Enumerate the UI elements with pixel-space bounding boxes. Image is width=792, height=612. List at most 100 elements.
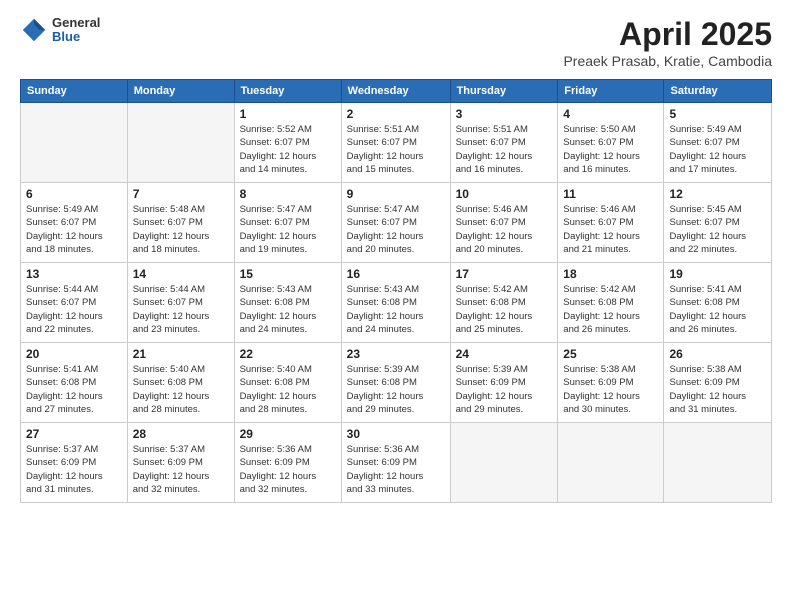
calendar-header-sunday: Sunday (21, 80, 128, 103)
day-info: Sunrise: 5:42 AM Sunset: 6:08 PM Dayligh… (563, 283, 658, 336)
day-info: Sunrise: 5:49 AM Sunset: 6:07 PM Dayligh… (669, 123, 766, 176)
calendar-week-row: 27Sunrise: 5:37 AM Sunset: 6:09 PM Dayli… (21, 423, 772, 503)
day-info: Sunrise: 5:51 AM Sunset: 6:07 PM Dayligh… (347, 123, 445, 176)
day-info: Sunrise: 5:36 AM Sunset: 6:09 PM Dayligh… (240, 443, 336, 496)
day-number: 7 (133, 187, 229, 201)
logo-blue-text: Blue (52, 30, 100, 44)
calendar-cell: 5 Sunrise: 5:49 AM Sunset: 6:07 PM Daylig… (664, 103, 772, 183)
calendar-cell: 6Sunrise: 5:49 AM Sunset: 6:07 PM Daylig… (21, 183, 128, 263)
day-info: Sunrise: 5:47 AM Sunset: 6:07 PM Dayligh… (347, 203, 445, 256)
calendar-header-thursday: Thursday (450, 80, 558, 103)
calendar-cell: 29Sunrise: 5:36 AM Sunset: 6:09 PM Dayli… (234, 423, 341, 503)
logo-general-text: General (52, 16, 100, 30)
day-info: Sunrise: 5:38 AM Sunset: 6:09 PM Dayligh… (563, 363, 658, 416)
calendar-week-row: 6Sunrise: 5:49 AM Sunset: 6:07 PM Daylig… (21, 183, 772, 263)
day-number: 8 (240, 187, 336, 201)
day-info: Sunrise: 5:41 AM Sunset: 6:08 PM Dayligh… (669, 283, 766, 336)
calendar-week-row: 1 Sunrise: 5:52 AM Sunset: 6:07 PM Daylig… (21, 103, 772, 183)
calendar-cell: 18 Sunrise: 5:42 AM Sunset: 6:08 PM Dayli… (558, 263, 664, 343)
day-number: 16 (347, 267, 445, 281)
day-info: Sunrise: 5:36 AM Sunset: 6:09 PM Dayligh… (347, 443, 445, 496)
day-number: 22 (240, 347, 336, 361)
day-number: 10 (456, 187, 553, 201)
day-info: Sunrise: 5:46 AM Sunset: 6:07 PM Dayligh… (456, 203, 553, 256)
calendar-cell: 17 Sunrise: 5:42 AM Sunset: 6:08 PM Dayli… (450, 263, 558, 343)
title-area: April 2025 Preaek Prasab, Kratie, Cambod… (563, 16, 772, 69)
day-info: Sunrise: 5:48 AM Sunset: 6:07 PM Dayligh… (133, 203, 229, 256)
calendar-cell: 15 Sunrise: 5:43 AM Sunset: 6:08 PM Dayli… (234, 263, 341, 343)
subtitle: Preaek Prasab, Kratie, Cambodia (563, 53, 772, 69)
day-number: 1 (240, 107, 336, 121)
day-number: 20 (26, 347, 122, 361)
calendar-cell: 27Sunrise: 5:37 AM Sunset: 6:09 PM Dayli… (21, 423, 128, 503)
day-number: 26 (669, 347, 766, 361)
calendar-cell: 30 Sunrise: 5:36 AM Sunset: 6:09 PM Dayli… (341, 423, 450, 503)
day-number: 18 (563, 267, 658, 281)
day-info: Sunrise: 5:37 AM Sunset: 6:09 PM Dayligh… (26, 443, 122, 496)
calendar-cell: 16Sunrise: 5:43 AM Sunset: 6:08 PM Dayli… (341, 263, 450, 343)
calendar-cell: 1 Sunrise: 5:52 AM Sunset: 6:07 PM Daylig… (234, 103, 341, 183)
calendar-cell: 23 Sunrise: 5:39 AM Sunset: 6:08 PM Dayli… (341, 343, 450, 423)
calendar-cell: 7 Sunrise: 5:48 AM Sunset: 6:07 PM Daylig… (127, 183, 234, 263)
day-number: 24 (456, 347, 553, 361)
day-number: 4 (563, 107, 658, 121)
day-number: 17 (456, 267, 553, 281)
calendar-cell (450, 423, 558, 503)
day-info: Sunrise: 5:40 AM Sunset: 6:08 PM Dayligh… (133, 363, 229, 416)
day-info: Sunrise: 5:44 AM Sunset: 6:07 PM Dayligh… (133, 283, 229, 336)
day-info: Sunrise: 5:45 AM Sunset: 6:07 PM Dayligh… (669, 203, 766, 256)
day-number: 21 (133, 347, 229, 361)
day-number: 11 (563, 187, 658, 201)
day-number: 2 (347, 107, 445, 121)
calendar: SundayMondayTuesdayWednesdayThursdayFrid… (20, 79, 772, 503)
day-number: 19 (669, 267, 766, 281)
day-info: Sunrise: 5:44 AM Sunset: 6:07 PM Dayligh… (26, 283, 122, 336)
day-number: 9 (347, 187, 445, 201)
day-number: 23 (347, 347, 445, 361)
main-title: April 2025 (563, 16, 772, 53)
calendar-cell: 8Sunrise: 5:47 AM Sunset: 6:07 PM Daylig… (234, 183, 341, 263)
day-number: 15 (240, 267, 336, 281)
day-number: 12 (669, 187, 766, 201)
day-info: Sunrise: 5:43 AM Sunset: 6:08 PM Dayligh… (240, 283, 336, 336)
day-number: 6 (26, 187, 122, 201)
day-info: Sunrise: 5:39 AM Sunset: 6:09 PM Dayligh… (456, 363, 553, 416)
logo: General Blue (20, 16, 100, 45)
calendar-cell: 22 Sunrise: 5:40 AM Sunset: 6:08 PM Dayli… (234, 343, 341, 423)
calendar-header-friday: Friday (558, 80, 664, 103)
calendar-cell: 3Sunrise: 5:51 AM Sunset: 6:07 PM Daylig… (450, 103, 558, 183)
calendar-cell: 9 Sunrise: 5:47 AM Sunset: 6:07 PM Daylig… (341, 183, 450, 263)
calendar-cell: 19 Sunrise: 5:41 AM Sunset: 6:08 PM Dayli… (664, 263, 772, 343)
day-number: 5 (669, 107, 766, 121)
calendar-cell: 12 Sunrise: 5:45 AM Sunset: 6:07 PM Dayli… (664, 183, 772, 263)
calendar-cell: 28Sunrise: 5:37 AM Sunset: 6:09 PM Dayli… (127, 423, 234, 503)
calendar-cell: 24 Sunrise: 5:39 AM Sunset: 6:09 PM Dayli… (450, 343, 558, 423)
calendar-cell: 14 Sunrise: 5:44 AM Sunset: 6:07 PM Dayli… (127, 263, 234, 343)
calendar-cell (664, 423, 772, 503)
day-info: Sunrise: 5:39 AM Sunset: 6:08 PM Dayligh… (347, 363, 445, 416)
day-info: Sunrise: 5:50 AM Sunset: 6:07 PM Dayligh… (563, 123, 658, 176)
day-number: 25 (563, 347, 658, 361)
day-number: 28 (133, 427, 229, 441)
page: General Blue April 2025 Preaek Prasab, K… (0, 0, 792, 612)
logo-text: General Blue (52, 16, 100, 45)
day-info: Sunrise: 5:42 AM Sunset: 6:08 PM Dayligh… (456, 283, 553, 336)
calendar-header-monday: Monday (127, 80, 234, 103)
day-info: Sunrise: 5:52 AM Sunset: 6:07 PM Dayligh… (240, 123, 336, 176)
header: General Blue April 2025 Preaek Prasab, K… (20, 16, 772, 69)
calendar-cell: 2 Sunrise: 5:51 AM Sunset: 6:07 PM Daylig… (341, 103, 450, 183)
logo-icon (20, 16, 48, 44)
calendar-cell: 25 Sunrise: 5:38 AM Sunset: 6:09 PM Dayli… (558, 343, 664, 423)
day-number: 30 (347, 427, 445, 441)
day-number: 14 (133, 267, 229, 281)
calendar-header-saturday: Saturday (664, 80, 772, 103)
calendar-cell: 21 Sunrise: 5:40 AM Sunset: 6:08 PM Dayli… (127, 343, 234, 423)
day-info: Sunrise: 5:40 AM Sunset: 6:08 PM Dayligh… (240, 363, 336, 416)
calendar-header-wednesday: Wednesday (341, 80, 450, 103)
calendar-week-row: 13Sunrise: 5:44 AM Sunset: 6:07 PM Dayli… (21, 263, 772, 343)
day-number: 3 (456, 107, 553, 121)
calendar-header-row: SundayMondayTuesdayWednesdayThursdayFrid… (21, 80, 772, 103)
calendar-cell (127, 103, 234, 183)
calendar-cell: 10 Sunrise: 5:46 AM Sunset: 6:07 PM Dayli… (450, 183, 558, 263)
day-info: Sunrise: 5:41 AM Sunset: 6:08 PM Dayligh… (26, 363, 122, 416)
